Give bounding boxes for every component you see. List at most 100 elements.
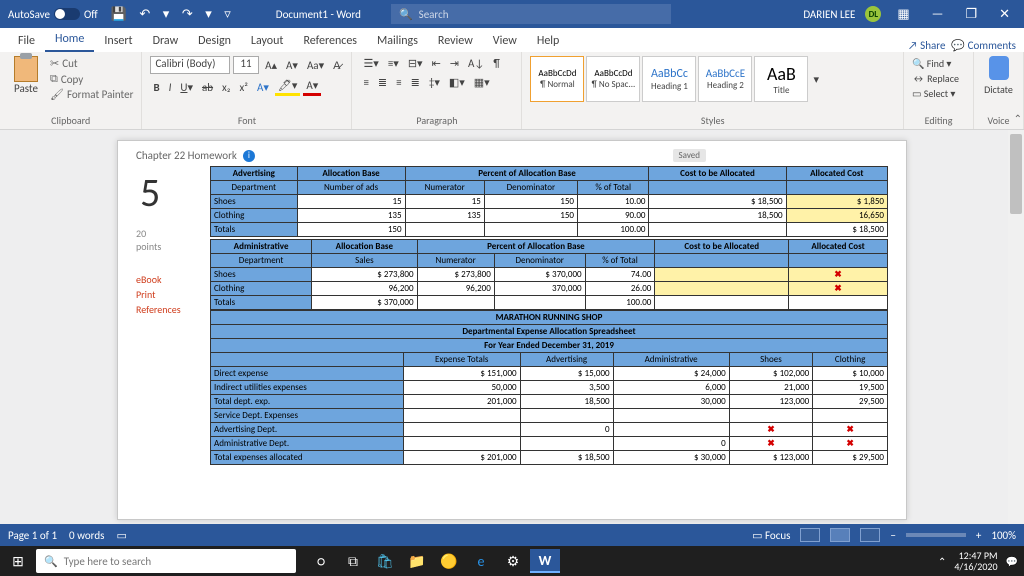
- comments-button[interactable]: 💬 Comments: [951, 39, 1016, 52]
- redo-icon[interactable]: ↷: [177, 7, 198, 22]
- settings-icon[interactable]: ⚙: [498, 549, 528, 573]
- store-icon[interactable]: 🛍: [370, 549, 400, 573]
- underline-button[interactable]: U▾: [177, 80, 196, 95]
- superscript-button[interactable]: x²: [237, 80, 251, 95]
- view-read-icon[interactable]: [800, 528, 820, 542]
- tab-view[interactable]: View: [483, 30, 527, 52]
- chrome-icon[interactable]: 🟡: [434, 549, 464, 573]
- search-box[interactable]: 🔍 Search: [391, 4, 671, 24]
- select-button[interactable]: ▭ Select ▾: [912, 86, 965, 101]
- qat-overflow-icon[interactable]: ▿: [219, 7, 236, 22]
- multilevel-icon[interactable]: ⊟▾: [405, 56, 426, 71]
- style-normal[interactable]: AaBbCcDd¶ Normal: [530, 56, 584, 102]
- cut-button[interactable]: ✂Cut: [50, 56, 133, 71]
- align-left-icon[interactable]: ≡: [360, 75, 371, 90]
- indent-inc-icon[interactable]: ⇥: [447, 56, 462, 71]
- document-area[interactable]: Saved Chapter 22 Homework i 5 20 points …: [0, 130, 1024, 524]
- cortana-icon[interactable]: ○: [306, 549, 336, 573]
- align-right-icon[interactable]: ≡: [393, 75, 404, 90]
- subscript-button[interactable]: x₂: [219, 80, 233, 95]
- tab-home[interactable]: Home: [45, 28, 94, 52]
- tab-help[interactable]: Help: [527, 30, 570, 52]
- notifications-icon[interactable]: 💬: [1006, 556, 1018, 567]
- task-view-icon[interactable]: ⧉: [338, 549, 368, 573]
- tab-draw[interactable]: Draw: [143, 30, 189, 52]
- align-center-icon[interactable]: ≣: [375, 75, 390, 90]
- strike-button[interactable]: ab: [199, 80, 216, 95]
- start-button[interactable]: ⊞: [0, 553, 36, 570]
- font-color-icon[interactable]: A▾: [303, 78, 321, 96]
- qat-more-icon[interactable]: ▾: [158, 7, 175, 22]
- grow-font-icon[interactable]: A▴: [262, 58, 280, 73]
- tab-mailings[interactable]: Mailings: [367, 30, 428, 52]
- scrollbar-thumb[interactable]: [1010, 134, 1022, 214]
- collapse-ribbon-icon[interactable]: ⌃: [1014, 112, 1022, 125]
- edge-icon[interactable]: e: [466, 549, 496, 573]
- link-references[interactable]: References: [136, 303, 196, 316]
- justify-icon[interactable]: ≣: [408, 75, 423, 90]
- embedded-spreadsheet[interactable]: AdvertisingAllocation BasePercent of All…: [210, 166, 888, 465]
- font-size-select[interactable]: 11: [233, 56, 259, 74]
- change-case-icon[interactable]: Aa▾: [304, 58, 327, 73]
- bold-button[interactable]: B: [150, 80, 162, 95]
- word-count[interactable]: 0 words: [69, 529, 104, 542]
- clock-date[interactable]: 4/16/2020: [954, 561, 997, 572]
- info-icon[interactable]: i: [243, 150, 255, 162]
- italic-button[interactable]: I: [166, 80, 175, 95]
- style-nospacing[interactable]: AaBbCcDd¶ No Spac...: [586, 56, 640, 102]
- font-family-select[interactable]: Calibri (Body): [150, 56, 229, 74]
- share-button[interactable]: ↗ Share: [908, 39, 945, 52]
- zoom-in-button[interactable]: +: [976, 529, 981, 542]
- toggle-switch[interactable]: [54, 8, 80, 20]
- bullets-icon[interactable]: ☰▾: [360, 56, 381, 71]
- maximize-icon[interactable]: ❐: [959, 7, 983, 22]
- format-painter-button[interactable]: 🖌Format Painter: [50, 87, 133, 102]
- zoom-slider[interactable]: [906, 533, 966, 537]
- tray-chevron-icon[interactable]: ⌃: [938, 556, 946, 567]
- highlight-icon[interactable]: 🖊▾: [275, 78, 301, 96]
- close-icon[interactable]: ✕: [993, 7, 1016, 22]
- style-title[interactable]: AaBTitle: [754, 56, 808, 102]
- numbering-icon[interactable]: ≡▾: [385, 56, 402, 71]
- line-spacing-icon[interactable]: ‡▾: [426, 75, 443, 90]
- tab-insert[interactable]: Insert: [94, 30, 142, 52]
- style-heading2[interactable]: AaBbCcEHeading 2: [698, 56, 752, 102]
- show-marks-icon[interactable]: ¶: [490, 56, 502, 71]
- taskbar-search[interactable]: 🔍 Type here to search: [36, 549, 296, 573]
- tab-file[interactable]: File: [8, 30, 45, 52]
- explorer-icon[interactable]: 📁: [402, 549, 432, 573]
- mic-icon[interactable]: [989, 56, 1009, 80]
- zoom-out-button[interactable]: −: [890, 529, 895, 542]
- borders-icon[interactable]: ▦▾: [471, 75, 493, 90]
- autosave-toggle[interactable]: AutoSave Off: [0, 8, 106, 21]
- view-print-icon[interactable]: [830, 528, 850, 542]
- indent-dec-icon[interactable]: ⇤: [429, 56, 444, 71]
- styles-more-icon[interactable]: ▾: [810, 72, 822, 87]
- minimize-icon[interactable]: —: [926, 7, 950, 22]
- shading-icon[interactable]: ◧▾: [446, 75, 468, 90]
- user-name[interactable]: DARIEN LEE: [803, 8, 855, 21]
- paste-button[interactable]: Paste: [8, 56, 44, 102]
- tab-references[interactable]: References: [293, 30, 367, 52]
- dictate-button[interactable]: Dictate: [982, 82, 1015, 97]
- find-button[interactable]: 🔍 Find ▾: [912, 56, 965, 71]
- replace-button[interactable]: ↔ Replace: [912, 71, 965, 86]
- sort-icon[interactable]: A↓: [465, 56, 487, 71]
- focus-mode-button[interactable]: ▭ Focus: [752, 529, 790, 542]
- save-icon[interactable]: 💾: [106, 7, 132, 22]
- shrink-font-icon[interactable]: A▾: [283, 58, 301, 73]
- qat-custom-icon[interactable]: ▾: [200, 7, 217, 22]
- undo-icon[interactable]: ↶: [134, 7, 155, 22]
- style-heading1[interactable]: AaBbCcHeading 1: [642, 56, 696, 102]
- view-web-icon[interactable]: [860, 528, 880, 542]
- word-icon[interactable]: W: [530, 549, 560, 573]
- proofing-icon[interactable]: ▭: [116, 529, 126, 542]
- avatar[interactable]: DL: [865, 6, 881, 22]
- text-effects-icon[interactable]: A▾: [254, 80, 272, 95]
- vertical-scrollbar[interactable]: [1008, 130, 1024, 524]
- clear-format-icon[interactable]: A̷: [330, 58, 343, 73]
- ribbon-display-icon[interactable]: ▦: [891, 7, 915, 22]
- link-ebook[interactable]: eBook: [136, 273, 196, 286]
- tab-review[interactable]: Review: [428, 30, 483, 52]
- link-print[interactable]: Print: [136, 288, 196, 301]
